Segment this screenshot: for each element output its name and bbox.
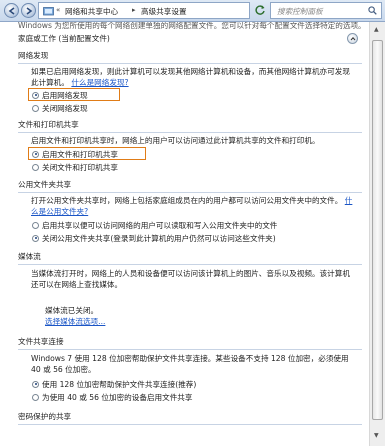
media-streaming-title: 媒体流 [18,252,41,261]
file-sharing-connections-description: Windows 7 使用 128 位加密帮助保护文件共享连接。某些设备不支持 1… [31,354,349,374]
radio-button[interactable] [32,393,39,401]
profile-title: 家庭或工作 (当前配置文件) [18,34,110,43]
radio-disable-public-folder-sharing[interactable]: 关闭公用文件夹共享(登录到此计算机的用户仍然可以访问这些文件夹) [32,233,276,243]
radio-button[interactable] [32,380,39,388]
intro-text: Windows 为您所使用的每个网络创建单独的网络配置文件。您可以针对每个配置文… [18,22,366,30]
scrollbar-thumb[interactable] [372,40,383,420]
collapse-profile-button[interactable] [347,33,358,44]
breadcrumb-advanced-sharing[interactable]: 高级共享设置 [141,6,187,17]
address-bar: « 网络和共享中心 ▸ 高级共享设置 搜索控制面板 [0,0,385,22]
radio-disable-file-printer-sharing[interactable]: 关闭文件和打印机共享 [32,162,118,172]
back-button[interactable] [4,3,19,18]
chevron-up-icon [350,37,356,41]
divider [18,349,362,350]
forward-button[interactable] [21,3,36,18]
radio-button[interactable] [32,234,39,242]
refresh-icon[interactable] [254,4,266,16]
network-discovery-description: 如果已启用网络发现，则此计算机可以发现其他网络计算机和设备，而其他网络计算机亦可… [31,67,350,87]
file-sharing-connections-title: 文件共享连接 [18,337,64,346]
radio-enable-network-discovery[interactable]: 启用网络发现 [32,90,88,100]
control-panel-icon [43,7,54,16]
radio-40-56-bit-encryption[interactable]: 为使用 40 或 56 位加密的设备启用文件共享 [32,392,192,402]
breadcrumb[interactable]: « 网络和共享中心 ▸ 高级共享设置 [38,2,250,19]
search-icon[interactable] [368,6,377,15]
radio-enable-public-folder-sharing[interactable]: 启用共享以便可以访问网络的用户可以读取和写入公用文件夹中的文件 [32,220,277,230]
public-folder-sharing-description: 打开公用文件夹共享时，网络上包括家庭组成员在内的用户都可以访问公用文件夹中的文件… [31,196,353,216]
breadcrumb-network-center[interactable]: 网络和共享中心 [65,6,118,17]
divider [18,424,362,425]
media-streaming-description: 当媒体流打开时，网络上的人员和设备便可以访问该计算机上的图片、音乐以及视频。该计… [31,269,350,289]
radio-button[interactable] [32,163,39,171]
divider [18,192,362,193]
media-streaming-options-link[interactable]: 选择媒体流选项... [45,316,105,327]
file-printer-sharing-description: 启用文件和打印机共享时，网络上的用户可以访问通过此计算机共享的文件和打印机。 [31,136,320,145]
network-discovery-help-link[interactable]: 什么是网络发现? [71,78,128,87]
forward-arrow-icon [26,7,33,15]
public-folder-sharing-title: 公用文件夹共享 [18,180,72,189]
breadcrumb-separator-icon: « [56,6,61,14]
radio-button[interactable] [32,150,39,158]
scroll-down-icon[interactable]: ▼ [374,432,379,439]
search-input[interactable]: 搜索控制面板 [270,2,382,19]
radio-button[interactable] [32,221,39,229]
divider [18,132,362,133]
radio-128-bit-encryption[interactable]: 使用 128 位加密帮助保护文件共享连接(推荐) [32,379,196,389]
vertical-scrollbar[interactable]: ▲ ▼ [369,22,385,446]
password-protected-sharing-title: 密码保护的共享 [18,412,72,421]
radio-button[interactable] [32,104,39,112]
advanced-sharing-settings-panel: Windows 为您所使用的每个网络创建单独的网络配置文件。您可以针对每个配置文… [0,22,369,446]
public-folder-help-link[interactable]: 是公用文件夹? [39,207,89,216]
file-printer-sharing-title: 文件和打印机共享 [18,120,79,129]
network-discovery-title: 网络发现 [18,51,49,60]
back-arrow-icon [8,7,15,15]
divider [18,63,362,64]
divider [18,264,362,265]
breadcrumb-separator-icon: ▸ [132,6,136,14]
radio-disable-network-discovery[interactable]: 关闭网络发现 [32,103,88,113]
radio-button[interactable] [32,91,39,99]
scroll-up-icon[interactable]: ▲ [374,26,379,33]
media-streaming-status: 媒体流已关闭。 [45,306,99,315]
radio-enable-file-printer-sharing[interactable]: 启用文件和打印机共享 [32,149,118,159]
